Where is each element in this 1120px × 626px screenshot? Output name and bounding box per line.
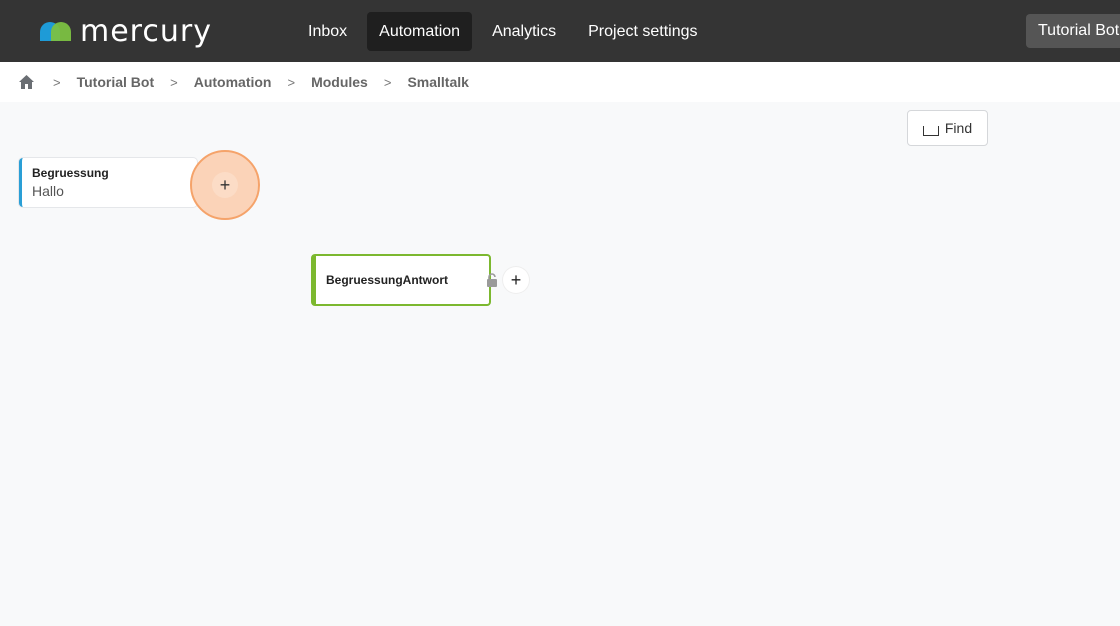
add-node-button-highlighted[interactable]: + — [190, 150, 260, 220]
chevron-right-icon: > — [287, 74, 296, 90]
nav-analytics[interactable]: Analytics — [480, 12, 568, 51]
top-navigation-bar: mercury Inbox Automation Analytics Proje… — [0, 0, 1120, 62]
breadcrumb-modules[interactable]: Modules — [311, 74, 368, 90]
space-key-icon — [922, 126, 939, 136]
project-selector-button[interactable]: Tutorial Bot — [1026, 14, 1120, 48]
flow-canvas[interactable]: Find Begruessung Hallo + BegruessungAntw… — [0, 102, 1120, 626]
home-icon[interactable] — [18, 74, 35, 90]
nav-inbox[interactable]: Inbox — [296, 12, 359, 51]
mercury-logo[interactable]: mercury — [40, 13, 212, 49]
breadcrumb-tutorial-bot[interactable]: Tutorial Bot — [77, 74, 155, 90]
node-title: BegruessungAntwort — [326, 273, 449, 287]
chevron-right-icon: > — [383, 74, 392, 90]
breadcrumb: > Tutorial Bot > Automation > Modules > … — [0, 62, 1120, 102]
chevron-right-icon: > — [170, 74, 178, 90]
logo-mark-icon — [40, 21, 72, 41]
nav-project-settings[interactable]: Project settings — [576, 12, 709, 51]
lock-icon[interactable] — [486, 273, 498, 287]
breadcrumb-smalltalk[interactable]: Smalltalk — [407, 74, 468, 90]
chevron-right-icon: > — [53, 74, 61, 90]
breadcrumb-automation[interactable]: Automation — [194, 74, 272, 90]
main-nav: Inbox Automation Analytics Project setti… — [296, 12, 718, 51]
flow-node-begruessung-antwort[interactable]: BegruessungAntwort — [311, 254, 497, 306]
node-title: Begruessung — [32, 166, 109, 180]
nav-automation[interactable]: Automation — [367, 12, 473, 51]
find-button[interactable]: Find — [907, 110, 988, 146]
node-subtitle: Hallo — [32, 183, 64, 199]
flow-node-begruessung[interactable]: Begruessung Hallo — [19, 158, 197, 207]
plus-icon[interactable]: + — [503, 267, 529, 293]
logo-text: mercury — [80, 13, 212, 49]
find-label: Find — [944, 120, 973, 136]
plus-icon: + — [212, 172, 238, 198]
